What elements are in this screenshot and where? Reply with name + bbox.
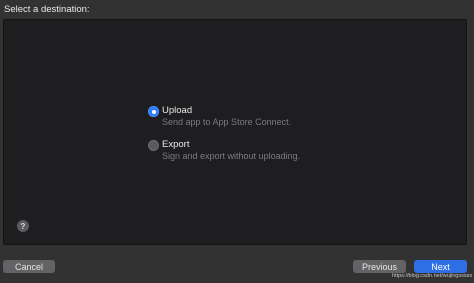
upload-radio-button[interactable] xyxy=(148,106,159,117)
dialog-heading: Select a destination: xyxy=(4,4,90,15)
watermark-text: https://blog.csdn.net/wujingsssss xyxy=(392,273,473,279)
upload-option-description: Send app to App Store Connect. xyxy=(162,117,292,127)
export-option-description: Sign and export without uploading. xyxy=(162,151,301,161)
next-button[interactable]: Next xyxy=(414,260,467,273)
cancel-button[interactable]: Cancel xyxy=(3,260,55,273)
upload-option-title: Upload xyxy=(162,105,193,116)
export-option-title: Export xyxy=(162,139,190,150)
previous-button[interactable]: Previous xyxy=(353,260,406,273)
export-radio-button[interactable] xyxy=(148,140,159,151)
destination-panel xyxy=(3,19,467,245)
distribution-dialog: Select a destination: Upload Send app to… xyxy=(0,0,474,283)
help-icon[interactable]: ? xyxy=(17,220,29,232)
